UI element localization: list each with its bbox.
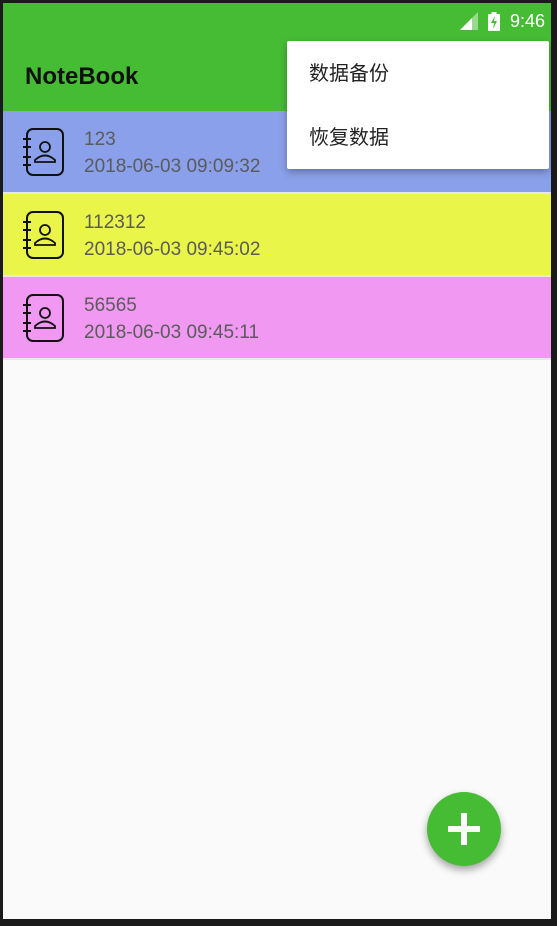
notebook-contact-icon	[23, 294, 64, 342]
signal-icon	[459, 12, 478, 30]
battery-charging-icon	[487, 11, 500, 31]
add-note-button[interactable]	[427, 792, 501, 866]
status-icons: 9:46	[459, 10, 545, 32]
app-title: NoteBook	[25, 63, 139, 90]
status-time: 9:46	[509, 10, 545, 31]
overflow-menu: 数据备份 恢复数据	[287, 41, 549, 169]
note-timestamp: 2018-06-03 09:45:02	[84, 239, 261, 260]
note-item-2[interactable]: 56565 2018-06-03 09:45:11	[3, 277, 551, 360]
note-title: 56565	[84, 295, 137, 316]
notebook-contact-icon	[23, 211, 64, 259]
note-title: 112312	[84, 212, 146, 233]
plus-icon	[448, 813, 480, 845]
note-timestamp: 2018-06-03 09:45:11	[84, 322, 260, 343]
status-bar: 9:46	[3, 3, 551, 39]
note-item-1[interactable]: 112312 2018-06-03 09:45:02	[3, 194, 551, 277]
note-title: 123	[84, 129, 116, 150]
app-screen: 9:46 NoteBook 123 2018-06-03 09:09:32 11…	[3, 3, 551, 919]
notebook-contact-icon	[23, 128, 64, 176]
menu-item-backup[interactable]: 数据备份	[287, 41, 549, 105]
note-timestamp: 2018-06-03 09:09:32	[84, 156, 261, 177]
menu-item-restore[interactable]: 恢复数据	[287, 105, 549, 169]
